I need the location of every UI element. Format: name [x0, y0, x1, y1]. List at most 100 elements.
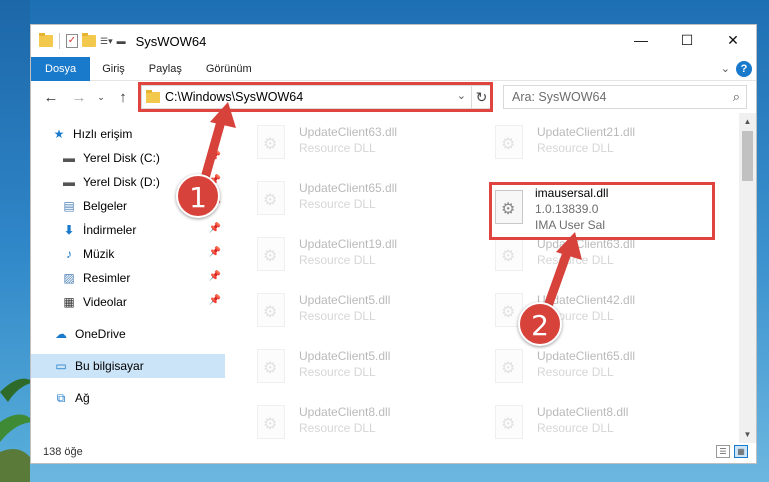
sidebar-item-label: Videolar — [83, 295, 127, 309]
sidebar-item-disk-c[interactable]: ▬ Yerel Disk (C:) 📌 — [61, 146, 225, 170]
file-name: UpdateClient5.dll — [299, 349, 391, 363]
file-description: Resource DLL — [299, 421, 376, 435]
title-bar: ✓ ☰▾ ▬ SysWOW64 — ☐ ✕ — [31, 25, 756, 57]
search-icon[interactable]: ⌕ — [733, 89, 740, 105]
sidebar-item-videos[interactable]: ▦ Videolar 📌 — [61, 290, 225, 314]
sidebar-item-label: Bu bilgisayar — [75, 359, 144, 373]
computer-icon: ▭ — [55, 359, 67, 373]
view-switcher: ☰ ▦ — [716, 445, 748, 458]
chevron-down-icon[interactable]: ▬ — [117, 36, 126, 46]
pin-icon[interactable]: 📌 — [209, 247, 221, 258]
sidebar-item-label: İndirmeler — [83, 223, 137, 237]
forward-icon[interactable]: → — [69, 86, 89, 108]
list-item[interactable]: UpdateClient5.dll Resource DLL — [231, 343, 461, 389]
toolbar-divider — [59, 33, 60, 49]
list-item[interactable]: UpdateClient8.dll Resource DLL — [231, 399, 461, 443]
minimize-icon[interactable]: — — [618, 25, 664, 55]
sidebar-item-label: Müzik — [83, 247, 115, 261]
customize-toolbar-icon[interactable]: ☰▾ — [100, 36, 113, 47]
tab-home[interactable]: Giriş — [90, 57, 137, 81]
sidebar-item-network[interactable]: ⧉ Ağ — [53, 386, 225, 410]
pin-icon[interactable]: 📌 — [209, 223, 221, 234]
file-description: Resource DLL — [537, 141, 614, 155]
file-description: Resource DLL — [537, 421, 614, 435]
list-item[interactable]: UpdateClient19.dll Resource DLL — [231, 231, 461, 277]
palm-tree-image — [0, 378, 34, 482]
video-icon: ▦ — [63, 295, 75, 309]
expand-ribbon-icon[interactable]: ⌄ — [721, 62, 730, 75]
file-list: UpdateClient63.dll Resource DLL UpdateCl… — [231, 113, 743, 443]
file-description: Resource DLL — [299, 309, 376, 323]
network-icon: ⧉ — [56, 390, 66, 405]
item-count: 138 öğe — [43, 446, 83, 458]
quick-access-toolbar: ✓ ☰▾ ▬ — [31, 25, 126, 57]
file-description: Resource DLL — [537, 365, 614, 379]
list-item[interactable]: UpdateClient65.dll Resource DLL — [231, 175, 461, 221]
explorer-window: ✓ ☰▾ ▬ SysWOW64 — ☐ ✕ Dosya Giriş Paylaş… — [30, 24, 757, 464]
up-icon[interactable]: ↑ — [113, 86, 133, 108]
dll-file-icon — [495, 125, 523, 159]
file-name: UpdateClient65.dll — [299, 181, 398, 195]
sidebar-item-label: Hızlı erişim — [73, 127, 133, 141]
navigation-pane: ★ Hızlı erişim ▬ Yerel Disk (C:) 📌 ▬ Yer… — [31, 122, 225, 442]
dll-file-icon — [257, 405, 285, 439]
sidebar-item-label: Belgeler — [83, 199, 128, 213]
scroll-up-icon[interactable]: ▲ — [739, 113, 756, 130]
file-description: Resource DLL — [299, 253, 376, 267]
sidebar-item-this-pc[interactable]: ▭ Bu bilgisayar — [31, 354, 225, 378]
file-highlight-box — [489, 182, 715, 240]
details-view-icon[interactable]: ☰ — [716, 445, 730, 458]
new-folder-icon[interactable] — [82, 33, 96, 47]
sidebar-item-label: Resimler — [83, 271, 131, 285]
sidebar-item-label: Yerel Disk (C:) — [83, 151, 160, 165]
navigation-row: ← → ⌄ ↑ C:\Windows\SysWOW64 ⌄ ↻ Ara: Sys… — [31, 82, 756, 112]
tab-file[interactable]: Dosya — [31, 56, 91, 81]
tiles-view-icon[interactable]: ▦ — [734, 445, 748, 458]
list-item[interactable]: UpdateClient8.dll Resource DLL — [469, 399, 699, 443]
download-icon: ⬇ — [63, 223, 75, 237]
file-description: Resource DLL — [299, 141, 376, 155]
sidebar-item-music[interactable]: ♪ Müzik 📌 — [61, 242, 225, 266]
window-title: SysWOW64 — [135, 33, 207, 49]
music-icon: ♪ — [66, 247, 72, 261]
recent-locations-icon[interactable]: ⌄ — [91, 86, 111, 108]
cloud-icon: ☁ — [55, 327, 67, 341]
dll-file-icon — [495, 349, 523, 383]
list-item[interactable]: UpdateClient21.dll Resource DLL — [469, 119, 699, 165]
documents-icon: ▤ — [63, 199, 75, 213]
tab-share[interactable]: Paylaş — [137, 57, 194, 81]
pictures-icon: ▨ — [63, 271, 75, 285]
pin-icon[interactable]: 📌 — [209, 151, 221, 162]
pin-icon[interactable]: 📌 — [209, 271, 221, 282]
file-name: UpdateClient21.dll — [537, 125, 636, 139]
maximize-icon[interactable]: ☐ — [664, 25, 710, 55]
file-name: UpdateClient19.dll — [299, 237, 398, 251]
sidebar-item-pictures[interactable]: ▨ Resimler 📌 — [61, 266, 225, 290]
sidebar-item-quick-access[interactable]: ★ Hızlı erişim — [51, 122, 225, 146]
sidebar-item-downloads[interactable]: ⬇ İndirmeler 📌 — [61, 218, 225, 242]
sidebar-item-onedrive[interactable]: ☁ OneDrive — [53, 322, 225, 346]
properties-icon[interactable]: ✓ — [66, 34, 78, 48]
drive-icon: ▬ — [63, 175, 75, 189]
list-item[interactable]: UpdateClient65.dll Resource DLL — [469, 343, 699, 389]
list-item[interactable]: UpdateClient63.dll Resource DLL — [231, 119, 461, 165]
search-placeholder: Ara: SysWOW64 — [512, 90, 607, 104]
vertical-scrollbar[interactable]: ▲ ▼ — [739, 113, 756, 443]
folder-icon[interactable] — [39, 33, 53, 47]
tab-view[interactable]: Görünüm — [194, 57, 264, 81]
pin-icon[interactable]: 📌 — [209, 295, 221, 306]
ribbon-tabs: Dosya Giriş Paylaş Görünüm ⌄ ? — [31, 56, 756, 81]
file-description: Resource DLL — [537, 253, 614, 267]
close-icon[interactable]: ✕ — [710, 25, 756, 55]
list-item[interactable]: UpdateClient5.dll Resource DLL — [231, 287, 461, 333]
back-icon[interactable]: ← — [41, 86, 61, 108]
dll-file-icon — [495, 237, 523, 271]
address-highlight-box — [138, 82, 493, 112]
file-name: UpdateClient8.dll — [299, 405, 391, 419]
list-item[interactable]: UpdateClient42.dll Resource DLL — [469, 287, 699, 333]
search-input[interactable]: Ara: SysWOW64 ⌕ — [503, 85, 747, 109]
help-icon[interactable]: ? — [736, 61, 752, 77]
scrollbar-thumb[interactable] — [742, 131, 753, 181]
sidebar-item-label: Yerel Disk (D:) — [83, 175, 160, 189]
drive-icon: ▬ — [63, 151, 75, 165]
